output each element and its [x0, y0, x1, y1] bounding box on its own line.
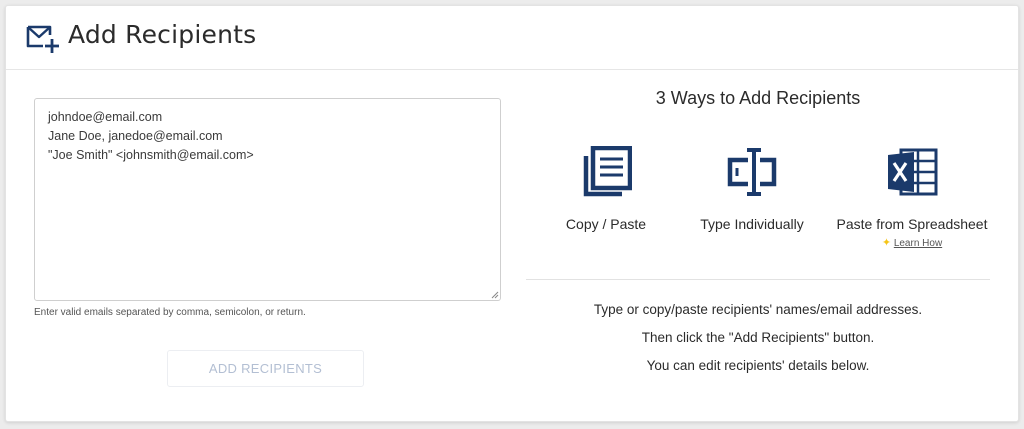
lightbulb-icon: ✦ [881, 237, 892, 249]
way-paste-spreadsheet: Paste from Spreadsheet ✦ Learn How [822, 146, 1002, 249]
learn-how: ✦ Learn How [822, 236, 1002, 249]
learn-how-link[interactable]: Learn How [894, 238, 942, 249]
way-type-individually: Type Individually [662, 146, 842, 232]
recipients-hint: Enter valid emails separated by comma, s… [34, 307, 306, 318]
way-label-type-individually: Type Individually [700, 216, 804, 232]
instruction-line-1: Type or copy/paste recipients' names/ema… [593, 302, 923, 317]
instruction-line-3: You can edit recipients' details below. [646, 358, 870, 373]
type-individually-icon [727, 148, 777, 196]
way-label-spreadsheet: Paste from Spreadsheet [836, 216, 988, 232]
ways-title: 3 Ways to Add Recipients [655, 88, 861, 108]
recipients-input[interactable] [34, 98, 501, 301]
add-recipients-button[interactable]: ADD RECIPIENTS [167, 350, 364, 387]
resize-grip-icon[interactable] [489, 289, 499, 299]
instruction-line-2: Then click the "Add Recipients" button. [641, 330, 875, 345]
mail-plus-icon [26, 25, 59, 53]
add-recipients-card: Add Recipients Enter valid emails separa… [5, 5, 1019, 422]
copy-paste-icon [583, 146, 632, 197]
page-title: Add Recipients [68, 20, 257, 49]
spreadsheet-icon [888, 148, 938, 196]
card-header: Add Recipients [6, 6, 1018, 70]
divider [526, 279, 990, 280]
